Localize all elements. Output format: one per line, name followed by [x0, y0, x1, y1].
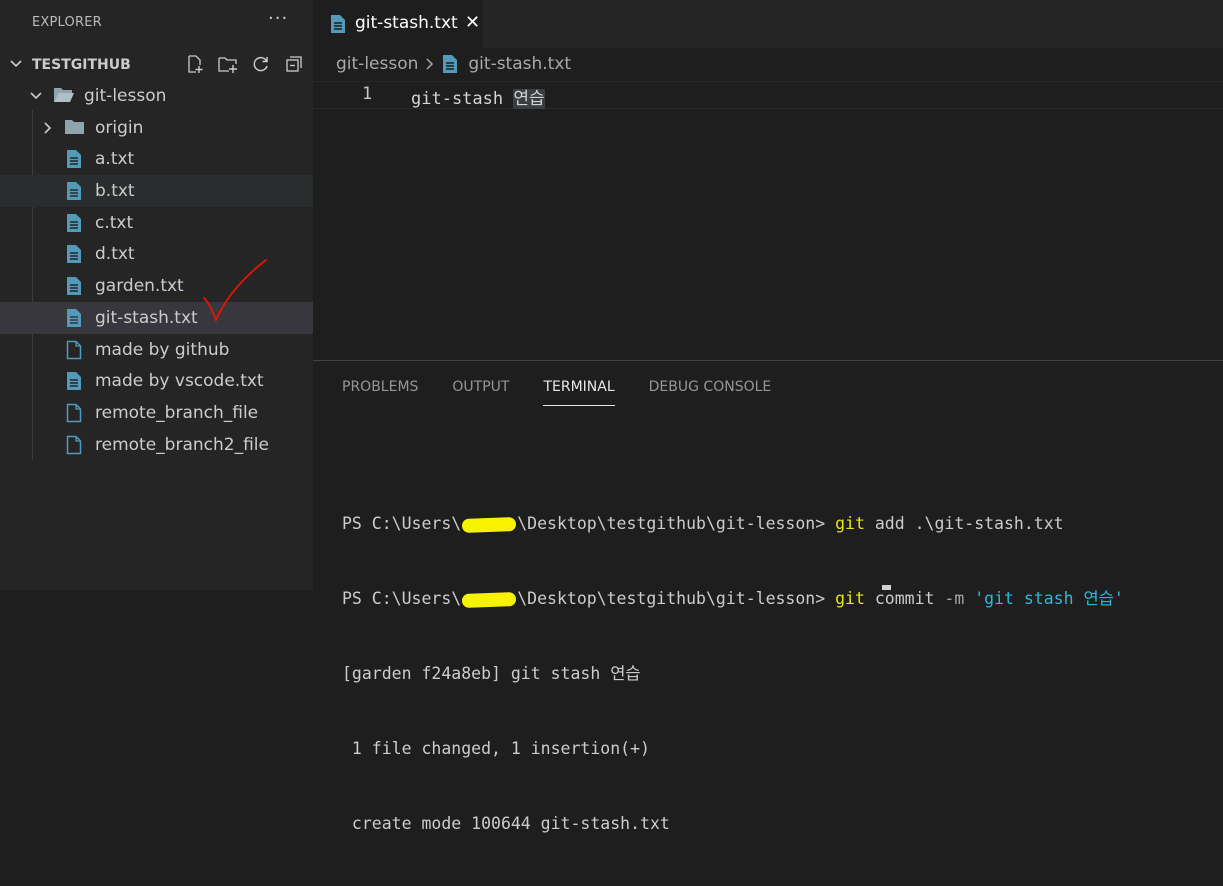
tree-item-label: git-lesson: [84, 86, 167, 106]
tab-title: git-stash.txt: [355, 13, 458, 33]
file-text-icon: [66, 371, 82, 396]
command-name: git: [835, 589, 865, 608]
terminal-output[interactable]: PS C:\Users\ \Desktop\testgithub\git-less…: [342, 461, 1124, 886]
command-name: git: [835, 514, 865, 533]
terminal-line: 1 file changed, 1 insertion(+): [342, 739, 650, 758]
tab-output[interactable]: OUTPUT: [452, 379, 509, 406]
tree-item-label: remote_branch2_file: [95, 434, 269, 455]
redaction-mark: [461, 516, 517, 533]
tree-item-label: made by vscode.txt: [95, 371, 264, 392]
chevron-right-icon: [424, 57, 436, 71]
tree-file-remote-branch-file[interactable]: remote_branch_file: [0, 397, 313, 429]
tree-item-label: git-stash.txt: [95, 307, 198, 328]
file-outline-icon: [66, 340, 82, 365]
file-text-icon: [66, 213, 82, 238]
tree-file-c-txt[interactable]: c.txt: [0, 207, 313, 239]
new-folder-icon[interactable]: [217, 53, 239, 75]
file-outline-icon: [66, 435, 82, 460]
file-outline-icon: [66, 403, 82, 428]
tree-file-made-by-github[interactable]: made by github: [0, 334, 313, 366]
folder-open-icon: [53, 86, 75, 109]
breadcrumb-file[interactable]: git-stash.txt: [468, 54, 571, 74]
tree-item-label: origin: [95, 117, 144, 138]
ellipsis-icon[interactable]: ···: [268, 8, 288, 29]
chevron-down-icon[interactable]: [8, 56, 24, 76]
terminal-cursor: [882, 585, 891, 590]
chevron-down-icon[interactable]: [28, 88, 44, 109]
tree-item-label: b.txt: [95, 181, 135, 202]
line-text: git-stash: [411, 89, 514, 109]
tab-git-stash-txt[interactable]: git-stash.txt ✕: [313, 0, 483, 48]
close-icon[interactable]: ✕: [465, 12, 480, 33]
folder-icon: [64, 118, 86, 141]
terminal-line: [garden f24a8eb] git stash 연습: [342, 664, 641, 683]
tab-problems[interactable]: PROBLEMS: [342, 379, 418, 406]
file-text-icon: [66, 149, 82, 174]
prompt-prefix: PS C:\Users\: [342, 589, 462, 608]
tree-item-label: c.txt: [95, 212, 134, 233]
new-file-icon[interactable]: [184, 53, 206, 75]
tree-item-label: made by github: [95, 339, 230, 360]
editor-line[interactable]: git-stash 연습: [411, 84, 545, 109]
editor-tab-bar: git-stash.txt ✕: [313, 0, 1223, 48]
file-text-icon: [66, 181, 82, 206]
tree-file-made-by-vscode-txt[interactable]: made by vscode.txt: [0, 365, 313, 397]
line-number: 1: [362, 84, 373, 104]
tree-file-a-txt[interactable]: a.txt: [0, 143, 313, 175]
file-text-icon: [330, 14, 346, 38]
tree-file-remote-branch2-file[interactable]: remote_branch2_file: [0, 429, 313, 461]
workspace-folder-header[interactable]: TESTGITHUB: [0, 50, 313, 80]
chevron-right-icon[interactable]: [40, 120, 56, 141]
tree-file-b-txt[interactable]: b.txt: [0, 175, 313, 207]
prompt-suffix: \Desktop\testgithub\git-lesson>: [517, 589, 836, 608]
command-args: add .\git-stash.txt: [864, 514, 1064, 533]
refresh-icon[interactable]: [250, 53, 272, 75]
prompt-suffix: \Desktop\testgithub\git-lesson>: [517, 514, 836, 533]
tree-item-label: a.txt: [95, 149, 135, 170]
file-text-icon: [66, 244, 82, 269]
file-text-icon: [66, 276, 82, 301]
tree-folder-git-lesson[interactable]: git-lesson: [0, 80, 313, 112]
panel-tabs: PROBLEMS OUTPUT TERMINAL DEBUG CONSOLE: [342, 379, 771, 406]
workspace-folder-name: TESTGITHUB: [32, 57, 131, 73]
command-flag: -m: [944, 589, 965, 608]
tab-debug-console[interactable]: DEBUG CONSOLE: [649, 379, 772, 406]
terminal-line: create mode 100644 git-stash.txt: [342, 814, 670, 833]
file-text-icon: [66, 308, 82, 333]
tab-terminal[interactable]: TERMINAL: [543, 379, 615, 406]
redaction-mark: [461, 591, 517, 608]
collapse-all-icon[interactable]: [283, 53, 305, 75]
prompt-prefix: PS C:\Users\: [342, 514, 462, 533]
explorer-title: EXPLORER: [32, 15, 102, 30]
breadcrumb: git-lesson git-stash.txt: [336, 54, 571, 74]
tree-item-label: d.txt: [95, 244, 135, 265]
command-string: 'git stash 연습': [964, 589, 1124, 608]
tree-item-label: remote_branch_file: [95, 402, 259, 423]
checkmark-annotation-icon: [200, 258, 272, 330]
terminal-line: PS C:\Users\ \Desktop\testgithub\git-less…: [342, 511, 1124, 536]
bottom-panel: PROBLEMS OUTPUT TERMINAL DEBUG CONSOLE P…: [313, 360, 1223, 833]
explorer-sidebar: EXPLORER ··· TESTGITHUB git-lesson origi…: [0, 0, 313, 590]
tree-folder-origin[interactable]: origin: [0, 112, 313, 144]
tree-item-label: garden.txt: [95, 276, 184, 297]
command-args: commit: [864, 589, 945, 608]
breadcrumb-folder[interactable]: git-lesson: [336, 54, 418, 74]
file-text-icon: [442, 54, 458, 74]
line-text-highlighted: 연습: [513, 89, 545, 109]
